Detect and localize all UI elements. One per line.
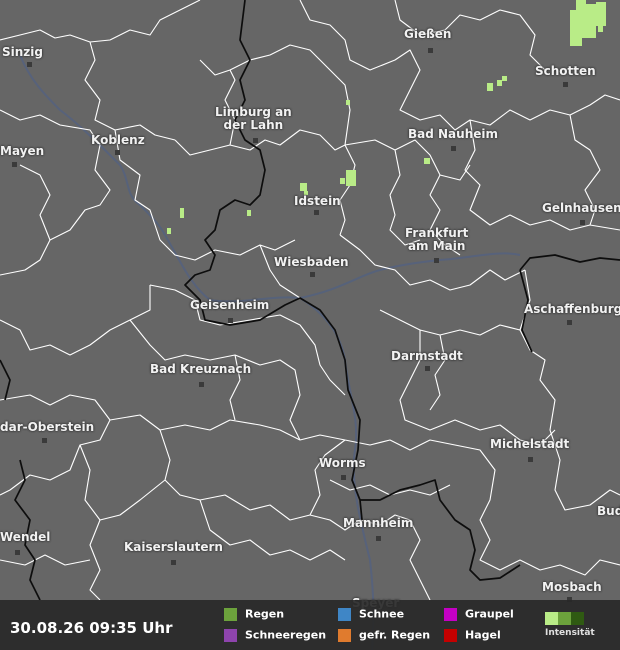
timestamp: 30.08.26 09:35 Uhr	[10, 619, 173, 637]
city-label-limburg: Limburg an der Lahn	[215, 105, 292, 132]
city-label-michelstadt: Michelstadt	[490, 437, 570, 451]
legend-item-schnee: Schnee	[338, 607, 404, 621]
legend-item-graupel: Graupel	[444, 607, 514, 621]
intensity-low	[545, 612, 558, 625]
city-dot-wiesbaden	[310, 272, 315, 277]
city-dot-mayen	[12, 162, 17, 167]
city-label-idstein: Idstein	[294, 194, 341, 208]
city-dot-aschaffenburg	[567, 320, 572, 325]
legend-swatch-schnee	[338, 607, 351, 621]
intensity-mid	[558, 612, 571, 625]
intensity-high	[571, 612, 584, 625]
legend-item-regen: Regen	[224, 607, 284, 621]
city-dot-gelnhausen	[580, 220, 585, 225]
city-label-sinzig: Sinzig	[2, 45, 43, 59]
city-label-kaiserslautern: Kaiserslautern	[124, 540, 223, 554]
city-dot-limburg	[253, 138, 258, 143]
city-label-gelnhausen: Gelnhausen	[542, 201, 620, 215]
city-dot-darmstadt	[425, 366, 430, 371]
city-label-geisenheim: Geisenheim	[190, 298, 270, 312]
city-label-mosbach: Mosbach	[542, 580, 602, 594]
legend-item-schneeregen: Schneeregen	[224, 628, 326, 642]
legend-swatch-schneeregen	[224, 628, 237, 642]
city-dot-wendel	[15, 550, 20, 555]
city-label-aschaffenburg: Aschaffenburg	[524, 302, 620, 316]
city-label-bad-kreuznach: Bad Kreuznach	[150, 362, 252, 376]
city-dot-idstein	[314, 210, 319, 215]
city-dot-schotten	[563, 82, 568, 87]
city-label-idar-oberstein: dar-Oberstein	[0, 420, 95, 434]
city-dot-frankfurt	[434, 258, 439, 263]
legend-item-gefr-regen: gefr. Regen	[338, 628, 430, 642]
legend-swatch-gefr-regen	[338, 628, 351, 642]
city-dot-idar-oberstein	[42, 438, 47, 443]
city-label-mannheim: Mannheim	[343, 516, 414, 530]
district-boundaries	[0, 0, 620, 601]
city-dot-bad-nauheim	[451, 146, 456, 151]
city-dot-geisenheim	[228, 318, 233, 323]
city-label-frankfurt: Frankfurt am Main	[405, 226, 469, 253]
intensity-scale	[545, 610, 584, 629]
city-label-koblenz: Koblenz	[91, 133, 145, 147]
city-label-mayen: Mayen	[0, 144, 45, 158]
legend-bar: 30.08.26 09:35 Uhr Regen Schnee Graupel …	[0, 600, 620, 650]
city-dot-mannheim	[376, 536, 381, 541]
city-label-worms: Worms	[319, 456, 366, 470]
city-label-schotten: Schotten	[535, 64, 596, 78]
city-dot-sinzig	[27, 62, 32, 67]
intensity-label: Intensität	[545, 628, 595, 638]
map-boundaries	[0, 0, 620, 650]
city-dot-koblenz	[115, 150, 120, 155]
city-label-giessen: Gießen	[404, 27, 452, 41]
city-label-darmstadt: Darmstadt	[391, 349, 463, 363]
city-label-bud: Bud	[597, 504, 620, 518]
city-dot-giessen	[428, 48, 433, 53]
legend-swatch-hagel	[444, 628, 457, 642]
legend-swatch-graupel	[444, 607, 457, 621]
legend-item-hagel: Hagel	[444, 628, 501, 642]
city-dot-bad-kreuznach	[199, 382, 204, 387]
city-label-wendel: Wendel	[0, 530, 51, 544]
city-dot-worms	[341, 475, 346, 480]
radar-map[interactable]: Sinzig Gießen Schotten Limburg an der La…	[0, 0, 620, 650]
city-label-bad-nauheim: Bad Nauheim	[408, 127, 498, 141]
city-label-wiesbaden: Wiesbaden	[274, 255, 349, 269]
legend-swatch-regen	[224, 607, 237, 621]
city-dot-kaiserslautern	[171, 560, 176, 565]
city-dot-michelstadt	[528, 457, 533, 462]
